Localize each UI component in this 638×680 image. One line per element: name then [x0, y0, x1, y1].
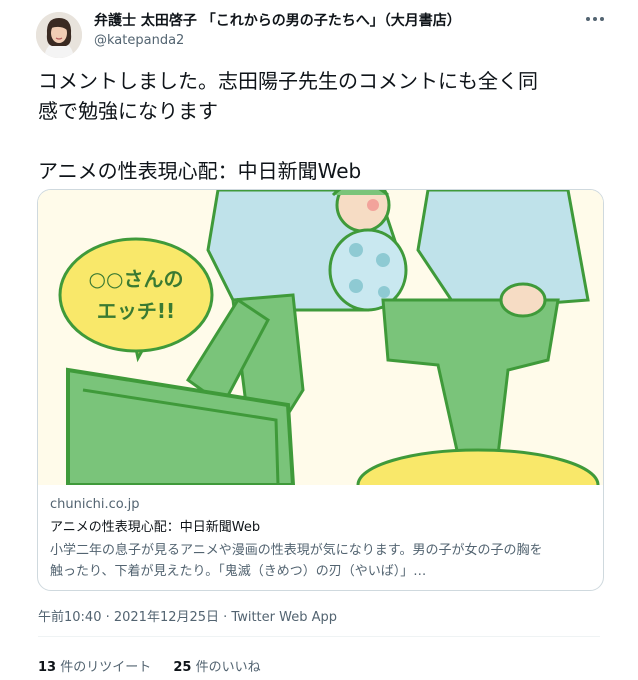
- tweet-line: アニメの性表現心配：中日新聞Web: [38, 159, 362, 183]
- retweets-label: 件のリツイート: [60, 660, 152, 675]
- likes-label: 件のいいね: [195, 660, 261, 675]
- bubble-text-1: ○○さんの: [89, 267, 184, 291]
- retweets-count: 13: [38, 660, 57, 675]
- author-display-name[interactable]: 弁護士 太田啓子 「これからの男の子たちへ」（大月書店）: [94, 10, 461, 30]
- more-options-icon[interactable]: [584, 8, 606, 30]
- card-title: アニメの性表現心配：中日新聞Web: [50, 520, 261, 535]
- divider: [38, 636, 600, 637]
- card-meta: chunichi.co.jp アニメの性表現心配：中日新聞Web 小学二年の息子…: [50, 496, 590, 582]
- likes-stat[interactable]: 25 件のいいね: [173, 660, 260, 675]
- retweets-stat[interactable]: 13 件のリツイート: [38, 660, 151, 675]
- author-avatar[interactable]: [36, 12, 82, 58]
- illustration-image: ○○さんの エッチ!!: [38, 190, 603, 522]
- card-description: 小学二年の息子が見るアニメや漫画の性表現が気になります。男の子が女の子の胸を 触…: [50, 540, 590, 582]
- author-handle[interactable]: @katepanda2: [94, 33, 184, 48]
- card-domain: chunichi.co.jp: [50, 497, 140, 512]
- tweet-line: コメントしました。志田陽子先生のコメントにも全く同: [38, 69, 538, 93]
- link-card[interactable]: ○○さんの エッチ!! chunichi.co.jp アニメの性表現心配：中日新…: [37, 189, 604, 591]
- tweet-timestamp[interactable]: 午前10:40 · 2021年12月25日 · Twitter Web App: [38, 606, 337, 625]
- card-description-line: 小学二年の息子が見るアニメや漫画の性表現が気になります。男の子が女の子の胸を: [50, 543, 543, 558]
- tweet-line: 感で勉強になります: [38, 99, 218, 123]
- tweet-stats: 13 件のリツイート 25 件のいいね: [38, 656, 279, 675]
- tweet-text: コメントしました。志田陽子先生のコメントにも全く同 感で勉強になります アニメの…: [38, 66, 598, 186]
- avatar-image: [36, 12, 82, 58]
- card-description-line: 触ったり、下着が見えたり。「鬼滅（きめつ）の刃（やいば）」…: [50, 564, 427, 579]
- likes-count: 25: [173, 660, 192, 675]
- bubble-text-2: エッチ!!: [97, 299, 175, 323]
- card-image: ○○さんの エッチ!!: [38, 190, 603, 522]
